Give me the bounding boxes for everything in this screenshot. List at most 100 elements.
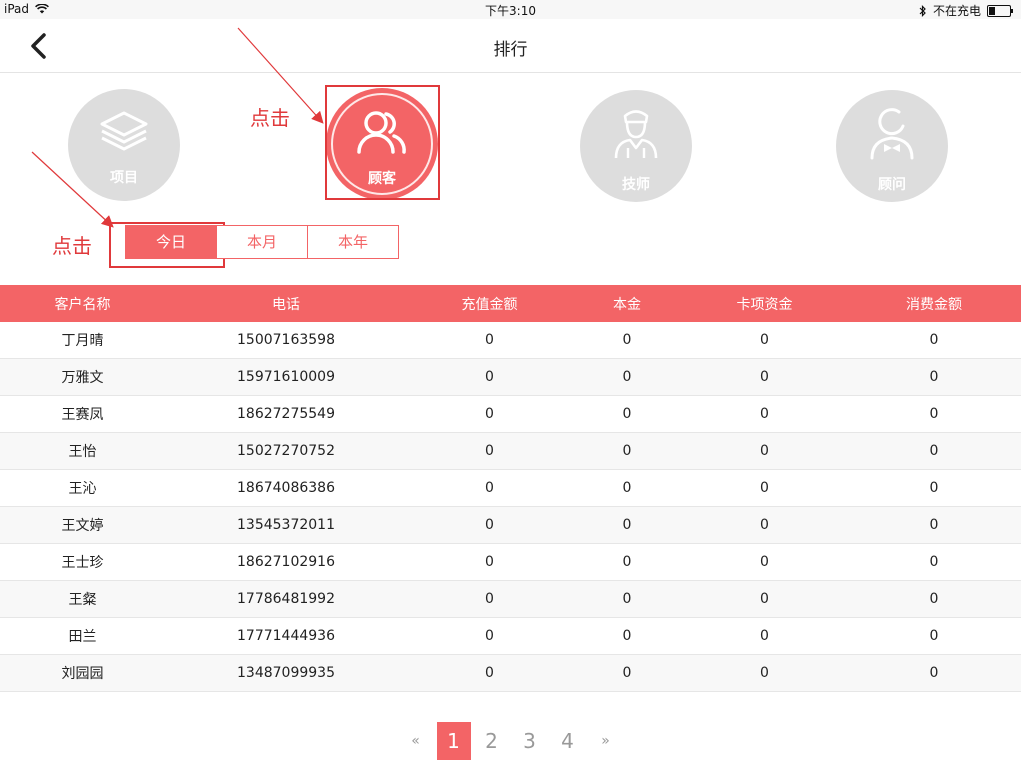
table-row[interactable]: 刘园园 13487099935 0 0 0 0 <box>0 654 1021 692</box>
table-row[interactable]: 王赛凤 18627275549 0 0 0 0 <box>0 395 1021 433</box>
card-funds-cell: 0 <box>682 358 847 396</box>
recharge-amount-cell: 0 <box>407 654 572 692</box>
customer-name-cell: 王士珍 <box>0 543 165 581</box>
category-technicians[interactable]: 技师 <box>580 90 692 202</box>
column-header-consumption-amount: 消费金额 <box>906 296 962 313</box>
consumption-amount-cell: 0 <box>847 506 1021 544</box>
customer-name-cell: 丁月晴 <box>0 322 165 359</box>
table-row[interactable]: 万雅文 15971610009 0 0 0 0 <box>0 358 1021 396</box>
consumption-amount-cell: 0 <box>847 617 1021 655</box>
table-row[interactable]: 王文婷 13545372011 0 0 0 0 <box>0 506 1021 544</box>
table-row[interactable]: 王沁 18674086386 0 0 0 0 <box>0 469 1021 507</box>
customer-name-cell: 万雅文 <box>0 358 165 396</box>
card-funds-cell: 0 <box>682 432 847 470</box>
customer-name-cell: 王怡 <box>0 432 165 470</box>
phone-cell: 13487099935 <box>165 654 407 692</box>
status-time: 下午3:10 <box>485 4 536 18</box>
principal-cell: 0 <box>572 506 682 544</box>
page-button-4[interactable]: 4 <box>551 722 585 760</box>
customer-name-cell: 王沁 <box>0 469 165 507</box>
phone-cell: 13545372011 <box>165 506 407 544</box>
principal-cell: 0 <box>572 358 682 396</box>
column-header-recharge-amount: 充值金额 <box>461 296 518 313</box>
charge-status: 不在充电 <box>932 4 981 18</box>
recharge-amount-cell: 0 <box>407 469 572 507</box>
next-page-button[interactable]: » <box>589 722 623 760</box>
recharge-amount-cell: 0 <box>407 580 572 618</box>
card-funds-cell: 0 <box>682 506 847 544</box>
category-label: 项目 <box>110 170 138 186</box>
category-label: 技师 <box>622 177 650 193</box>
pagination: « 1 2 3 4 » <box>0 722 1021 760</box>
principal-cell: 0 <box>572 469 682 507</box>
table-row[interactable]: 王怡 15027270752 0 0 0 0 <box>0 432 1021 470</box>
card-funds-cell: 0 <box>682 395 847 433</box>
tab-today[interactable]: 今日 <box>125 225 217 259</box>
column-header-card-funds: 卡项资金 <box>736 296 793 313</box>
column-header-customer-name: 客户名称 <box>54 296 111 313</box>
customer-name-cell: 王粲 <box>0 580 165 618</box>
column-header-phone: 电话 <box>272 296 300 313</box>
card-funds-cell: 0 <box>682 580 847 618</box>
layers-icon <box>100 111 148 151</box>
recharge-amount-cell: 0 <box>407 432 572 470</box>
column-header-principal: 本金 <box>613 296 641 313</box>
page-button-3[interactable]: 3 <box>513 722 547 760</box>
phone-cell: 15007163598 <box>165 322 407 359</box>
principal-cell: 0 <box>572 432 682 470</box>
principal-cell: 0 <box>572 395 682 433</box>
phone-cell: 17786481992 <box>165 580 407 618</box>
consumption-amount-cell: 0 <box>847 469 1021 507</box>
consumption-amount-cell: 0 <box>847 543 1021 581</box>
phone-cell: 18627275549 <box>165 395 407 433</box>
consultant-icon <box>870 108 914 160</box>
customer-name-cell: 刘园园 <box>0 654 165 692</box>
card-funds-cell: 0 <box>682 543 847 581</box>
table-row[interactable]: 田兰 17771444936 0 0 0 0 <box>0 617 1021 655</box>
recharge-amount-cell: 0 <box>407 506 572 544</box>
recharge-amount-cell: 0 <box>407 617 572 655</box>
page-title: 排行 <box>493 40 528 60</box>
battery-icon <box>987 4 1013 17</box>
consumption-amount-cell: 0 <box>847 395 1021 433</box>
phone-cell: 18674086386 <box>165 469 407 507</box>
tab-this-month[interactable]: 本月 <box>216 225 308 259</box>
technician-icon <box>614 110 658 159</box>
tab-this-year[interactable]: 本年 <box>307 225 399 259</box>
principal-cell: 0 <box>572 654 682 692</box>
consumption-amount-cell: 0 <box>847 322 1021 359</box>
bluetooth-icon <box>919 4 926 17</box>
category-consultants[interactable]: 顾问 <box>836 90 948 202</box>
phone-cell: 17771444936 <box>165 617 407 655</box>
table-row[interactable]: 丁月晴 15007163598 0 0 0 0 <box>0 322 1021 359</box>
annotation-click-label: 点击 <box>52 234 92 258</box>
customer-name-cell: 田兰 <box>0 617 165 655</box>
table-row[interactable]: 王粲 17786481992 0 0 0 0 <box>0 580 1021 618</box>
phone-cell: 15027270752 <box>165 432 407 470</box>
category-label: 顾问 <box>878 177 906 193</box>
recharge-amount-cell: 0 <box>407 322 572 359</box>
consumption-amount-cell: 0 <box>847 358 1021 396</box>
customer-name-cell: 王文婷 <box>0 506 165 544</box>
page-button-2[interactable]: 2 <box>475 722 509 760</box>
page-button-1[interactable]: 1 <box>436 722 471 760</box>
recharge-amount-cell: 0 <box>407 358 572 396</box>
recharge-amount-cell: 0 <box>407 543 572 581</box>
customer-name-cell: 王赛凤 <box>0 395 165 433</box>
consumption-amount-cell: 0 <box>847 580 1021 618</box>
annotation-click-label: 点击 <box>250 106 290 130</box>
table-row[interactable]: 王士珍 18627102916 0 0 0 0 <box>0 543 1021 581</box>
phone-cell: 18627102916 <box>165 543 407 581</box>
nav-bar: 排行 <box>0 19 1021 73</box>
card-funds-cell: 0 <box>682 617 847 655</box>
annotation-highlight-customers <box>325 85 440 200</box>
consumption-amount-cell: 0 <box>847 432 1021 470</box>
category-items[interactable]: 项目 <box>68 89 180 201</box>
prev-page-button[interactable]: « <box>399 722 433 760</box>
card-funds-cell: 0 <box>682 654 847 692</box>
principal-cell: 0 <box>572 543 682 581</box>
phone-cell: 15971610009 <box>165 358 407 396</box>
principal-cell: 0 <box>572 580 682 618</box>
card-funds-cell: 0 <box>682 469 847 507</box>
status-bar: iPad 下午3:10 不在充电 <box>0 0 1021 19</box>
